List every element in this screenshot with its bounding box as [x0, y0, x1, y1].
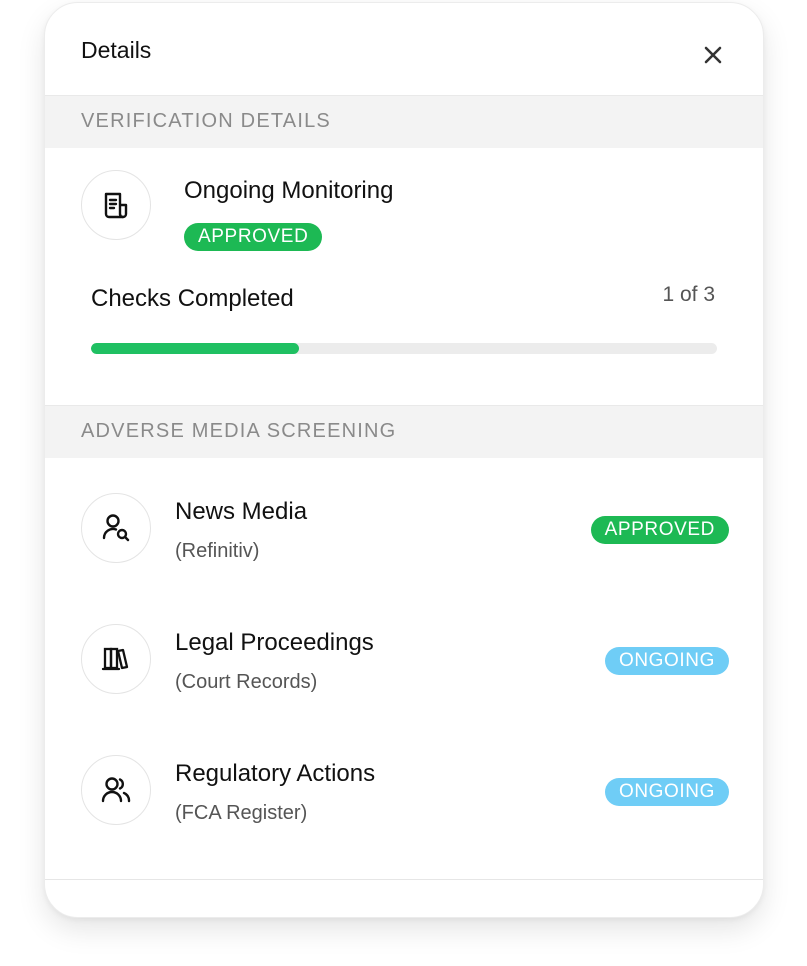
checks-completed-label: Checks Completed — [91, 285, 294, 312]
verification-section-header: VERIFICATION DETAILS — [45, 95, 763, 148]
panel-title: Details — [81, 37, 152, 63]
news-media-icon-circle — [81, 493, 151, 563]
list-item-regulatory-actions[interactable]: Regulatory Actions (FCA Register) ONGOIN… — [45, 735, 763, 845]
close-button[interactable] — [697, 39, 729, 71]
monitoring-icon-circle — [81, 170, 151, 240]
document-icon — [104, 192, 128, 219]
legal-proceedings-status-badge: ONGOING — [604, 647, 729, 675]
regulatory-actions-title: Regulatory Actions — [175, 760, 376, 787]
news-media-status-badge: APPROVED — [590, 516, 729, 544]
list-item-news-media[interactable]: News Media (Refinitiv) APPROVED — [45, 473, 763, 583]
monitoring-title: Ongoing Monitoring — [184, 177, 394, 204]
verification-section-label: VERIFICATION DETAILS — [81, 110, 331, 132]
checks-progress-bar — [91, 343, 717, 354]
news-media-source: (Refinitiv) — [175, 540, 260, 562]
checks-progress-fill — [91, 343, 300, 354]
legal-proceedings-title: Legal Proceedings — [175, 629, 374, 656]
regulatory-actions-source: (FCA Register) — [175, 802, 308, 824]
user-search-icon — [102, 514, 130, 542]
monitoring-status-badge: APPROVED — [184, 223, 323, 251]
regulatory-actions-status-badge: ONGOING — [604, 778, 729, 806]
users-icon — [101, 777, 131, 803]
adverse-media-section-header: ADVERSE MEDIA SCREENING — [45, 405, 763, 458]
regulatory-actions-icon-circle — [81, 755, 151, 825]
legal-proceedings-source: (Court Records) — [175, 671, 318, 693]
news-media-title: News Media — [175, 498, 308, 525]
books-icon — [101, 647, 129, 671]
details-panel: Details VERIFICATION DETAILS Ongoing Mon… — [44, 2, 764, 918]
legal-proceedings-icon-circle — [81, 624, 151, 694]
list-item-legal-proceedings[interactable]: Legal Proceedings (Court Records) ONGOIN… — [45, 604, 763, 714]
footer-divider — [45, 879, 763, 880]
checks-count: 1 of 3 — [662, 283, 715, 306]
adverse-media-section-label: ADVERSE MEDIA SCREENING — [81, 420, 397, 442]
close-icon — [704, 46, 722, 64]
